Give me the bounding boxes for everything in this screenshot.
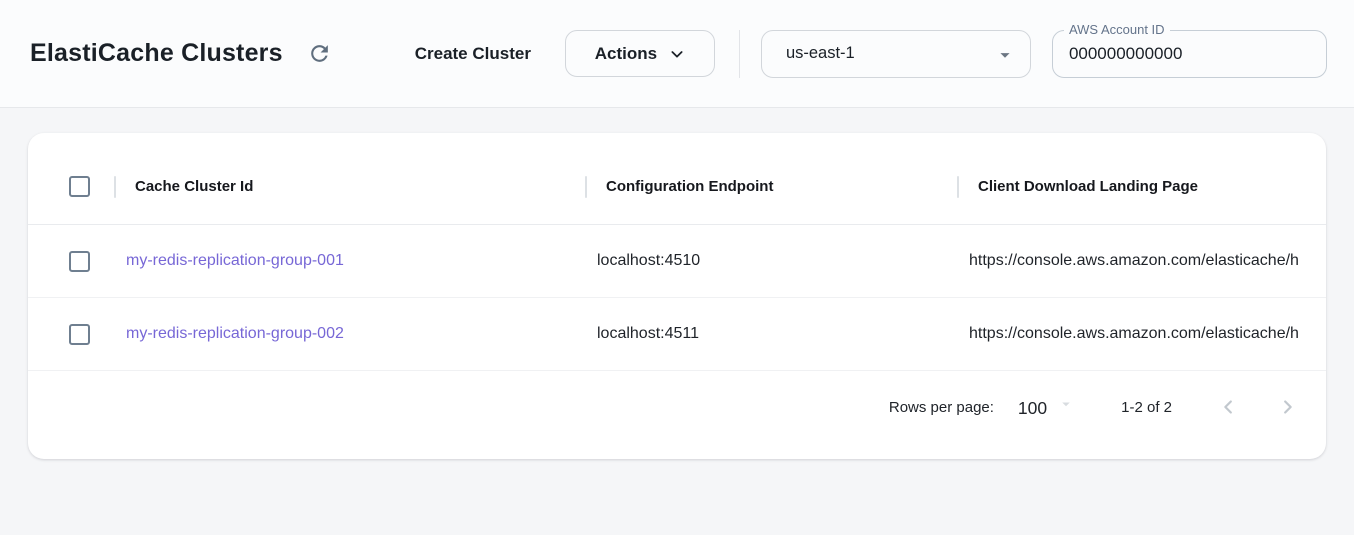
column-header-label: Client Download Landing Page [978, 178, 1198, 195]
column-header-client-download-landing-page[interactable]: Client Download Landing Page [957, 149, 1326, 224]
column-separator [957, 176, 959, 198]
pagination-range-label: 1-2 of 2 [1121, 399, 1172, 416]
cell-configuration-endpoint: localhost:4510 [585, 252, 957, 270]
create-cluster-button[interactable]: Create Cluster [415, 44, 531, 64]
rows-per-page-label: Rows per page: [889, 399, 994, 416]
column-separator [585, 176, 587, 198]
cell-configuration-endpoint: localhost:4511 [585, 325, 957, 343]
column-header-cache-cluster-id[interactable]: Cache Cluster Id [114, 149, 585, 224]
column-header-configuration-endpoint[interactable]: Configuration Endpoint [585, 149, 957, 224]
cell-client-download-landing-page: https://console.aws.amazon.com/elasticac… [957, 325, 1326, 343]
table-header-row: Cache Cluster Id Configuration Endpoint … [28, 149, 1326, 225]
table-pagination: Rows per page: 100 1-2 of 2 [28, 371, 1326, 443]
table-row[interactable]: my-redis-replication-group-001 localhost… [28, 225, 1326, 298]
chevron-down-icon [669, 46, 685, 62]
select-all-cell [28, 149, 114, 224]
cluster-link[interactable]: my-redis-replication-group-001 [126, 252, 344, 269]
next-page-button[interactable] [1268, 388, 1306, 426]
column-separator [114, 176, 116, 198]
clusters-table-card: Cache Cluster Id Configuration Endpoint … [28, 133, 1326, 459]
cell-cache-cluster-id: my-redis-replication-group-001 [114, 252, 585, 270]
caret-down-icon [1057, 395, 1075, 418]
caret-down-icon [994, 44, 1016, 71]
region-select[interactable]: us-east-1 [761, 30, 1031, 78]
aws-account-id-input[interactable] [1069, 44, 1299, 64]
actions-button-label: Actions [595, 44, 657, 64]
cell-cache-cluster-id: my-redis-replication-group-002 [114, 325, 585, 343]
column-header-label: Configuration Endpoint [606, 178, 773, 195]
refresh-button[interactable] [303, 37, 337, 71]
page-title: ElastiCache Clusters [30, 39, 283, 68]
row-select-cell [28, 225, 114, 297]
content-area: Cache Cluster Id Configuration Endpoint … [0, 108, 1354, 459]
chevron-left-icon [1218, 396, 1240, 418]
column-header-label: Cache Cluster Id [135, 178, 253, 195]
actions-button[interactable]: Actions [565, 30, 715, 77]
rows-per-page-select[interactable]: 100 [1018, 395, 1075, 419]
row-checkbox[interactable] [69, 251, 90, 272]
refresh-icon [307, 41, 332, 66]
header-bar: ElastiCache Clusters Create Cluster Acti… [0, 0, 1354, 108]
chevron-right-icon [1276, 396, 1298, 418]
row-checkbox[interactable] [69, 324, 90, 345]
cell-client-download-landing-page: https://console.aws.amazon.com/elasticac… [957, 252, 1326, 270]
row-select-cell [28, 298, 114, 370]
region-select-value: us-east-1 [786, 44, 855, 63]
rows-per-page-value: 100 [1018, 398, 1047, 419]
cluster-link[interactable]: my-redis-replication-group-002 [126, 325, 344, 342]
select-all-checkbox[interactable] [69, 176, 90, 197]
header-divider [739, 30, 740, 78]
aws-account-id-label: AWS Account ID [1064, 22, 1170, 37]
table-row[interactable]: my-redis-replication-group-002 localhost… [28, 298, 1326, 371]
previous-page-button[interactable] [1210, 388, 1248, 426]
aws-account-id-field[interactable]: AWS Account ID [1052, 30, 1327, 78]
